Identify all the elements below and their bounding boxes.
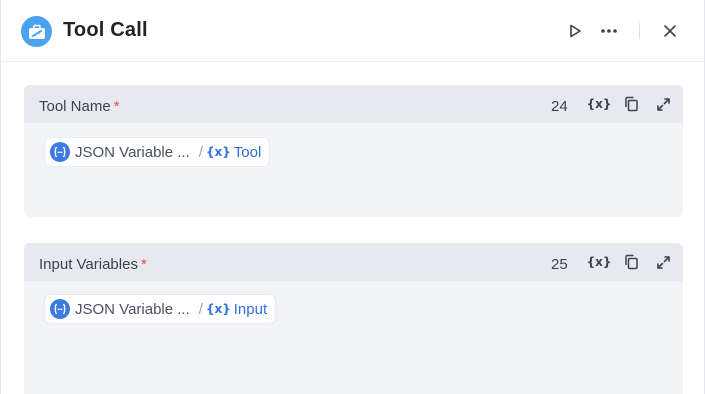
more-button[interactable] bbox=[598, 20, 620, 42]
tool-call-panel: Tool Call Tool Name * 24 {x} JSON Variab… bbox=[0, 0, 705, 394]
panel-header: Tool Call bbox=[1, 0, 704, 62]
page-title: Tool Call bbox=[63, 19, 148, 41]
toolbox-icon bbox=[21, 16, 52, 47]
field-body[interactable]: JSON Variable ... / {x} Input bbox=[24, 281, 683, 394]
close-button[interactable] bbox=[659, 20, 681, 42]
chip-variable-name: Input bbox=[233, 300, 268, 318]
tool-name-field: Tool Name * 24 {x} JSON Variable ... / {… bbox=[24, 85, 683, 217]
insert-variable-button[interactable]: {x} bbox=[587, 252, 612, 272]
run-button[interactable] bbox=[564, 20, 586, 42]
variable-reference-chip[interactable]: JSON Variable ... / {x} Tool bbox=[44, 137, 271, 167]
expand-button[interactable] bbox=[653, 94, 673, 114]
character-count: 24 bbox=[551, 98, 568, 115]
input-variables-field: Input Variables * 25 {x} JSON Variable .… bbox=[24, 243, 683, 394]
play-icon bbox=[570, 24, 581, 38]
variable-icon: {x} bbox=[205, 145, 231, 159]
chip-separator: / bbox=[198, 143, 203, 161]
field-header: Input Variables * 25 {x} bbox=[24, 243, 683, 281]
chip-source-node: JSON Variable ... bbox=[75, 300, 190, 318]
required-mark: * bbox=[140, 256, 147, 273]
field-body[interactable]: JSON Variable ... / {x} Tool bbox=[24, 123, 683, 217]
close-icon bbox=[664, 25, 676, 37]
expand-icon bbox=[656, 97, 670, 111]
chip-separator: / bbox=[198, 300, 203, 318]
insert-variable-button[interactable]: {x} bbox=[587, 94, 612, 114]
variable-icon: {x} bbox=[205, 302, 231, 316]
field-label: Input Variables * bbox=[39, 256, 147, 273]
variable-reference-chip[interactable]: JSON Variable ... / {x} Input bbox=[44, 294, 277, 324]
json-icon bbox=[50, 142, 70, 162]
expand-button[interactable] bbox=[653, 252, 673, 272]
copy-icon bbox=[624, 254, 638, 270]
header-divider bbox=[639, 23, 640, 39]
character-count: 25 bbox=[551, 256, 568, 273]
copy-button[interactable] bbox=[621, 94, 641, 114]
required-mark: * bbox=[113, 98, 120, 115]
more-icon bbox=[601, 29, 617, 33]
copy-icon bbox=[624, 96, 638, 112]
chip-variable-name: Tool bbox=[233, 143, 262, 161]
field-label-text: Tool Name bbox=[39, 98, 111, 115]
expand-icon bbox=[656, 255, 670, 269]
field-label-text: Input Variables bbox=[39, 256, 138, 273]
field-label: Tool Name * bbox=[39, 98, 120, 115]
json-icon bbox=[50, 299, 70, 319]
field-header: Tool Name * 24 {x} bbox=[24, 85, 683, 123]
copy-button[interactable] bbox=[621, 252, 641, 272]
chip-source-node: JSON Variable ... bbox=[75, 143, 190, 161]
